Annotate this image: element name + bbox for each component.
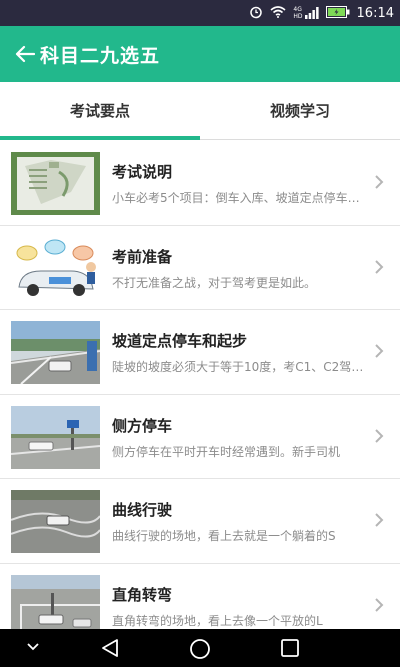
thumbnail-image xyxy=(11,152,100,215)
item-description: 侧方停车在平时开车时经常遇到。新手司机 xyxy=(112,444,341,459)
list-item[interactable]: 坡道定点停车和起步 陡坡的坡度必须大于等于10度，考C1、C2驾照的学员 xyxy=(0,310,400,395)
chevron-right-icon xyxy=(375,597,384,612)
item-title: 考前准备 xyxy=(112,247,173,266)
wifi-icon xyxy=(270,5,286,21)
chevron-right-icon xyxy=(375,428,384,443)
chevron-right-icon xyxy=(375,175,384,189)
item-title: 侧方停车 xyxy=(112,416,173,435)
tab-video-learning-label: 视频学习 xyxy=(269,102,330,120)
home-circle-icon[interactable] xyxy=(189,638,211,660)
thumbnail-image xyxy=(11,236,100,300)
cell-signal-icon: 4G HD xyxy=(293,6,319,20)
list-item[interactable]: 侧方停车 侧方停车在平时开车时经常遇到。新手司机 xyxy=(0,395,400,479)
item-title: 曲线行驶 xyxy=(112,501,173,519)
item-title: 考试说明 xyxy=(112,163,173,181)
alarm-icon xyxy=(249,5,263,22)
thumbnail-image xyxy=(11,490,100,553)
item-description: 陡坡的坡度必须大于等于10度，考C1、C2驾照的学员 xyxy=(112,360,366,374)
list-item[interactable]: 考前准备 不打无准备之战，对于驾考更是如此。 xyxy=(0,226,400,310)
tab-exam-points[interactable]: 考试要点 xyxy=(0,82,200,140)
chevron-right-icon xyxy=(375,259,384,274)
tab-bar: 考试要点 视频学习 xyxy=(0,82,400,140)
status-time: 16:14 xyxy=(356,5,394,21)
page-title: 科目二九选五 xyxy=(40,44,161,67)
recents-square-icon[interactable] xyxy=(280,638,300,658)
thumbnail-image xyxy=(11,321,100,384)
signal-label-4g: 4G xyxy=(293,6,302,13)
app-bar: 科目二九选五 xyxy=(0,26,400,82)
topic-list: 考试说明 小车必考5个项目：倒车入库、坡道定点停车和起步、侧方停车、曲线行驶、直… xyxy=(0,141,400,648)
tab-selected-indicator xyxy=(0,136,200,140)
signal-label-hd: HD xyxy=(293,13,303,20)
item-description: 直角转弯的场地，看上去像一个平放的L xyxy=(112,613,323,628)
item-description: 曲线行驶的场地，看上去就是一个躺着的S xyxy=(112,529,336,543)
item-description: 不打无准备之战，对于驾考更是如此。 xyxy=(112,275,317,290)
item-title: 坡道定点停车和起步 xyxy=(112,332,248,350)
list-item[interactable]: 考试说明 小车必考5个项目：倒车入库、坡道定点停车和起步、侧方停车、曲线行驶、直… xyxy=(0,141,400,226)
system-nav-bar xyxy=(0,629,400,667)
thumbnail-image xyxy=(11,405,100,469)
list-item[interactable]: 曲线行驶 曲线行驶的场地，看上去就是一个躺着的S xyxy=(0,479,400,564)
chevron-down-icon[interactable] xyxy=(26,642,40,652)
battery-icon xyxy=(325,5,350,21)
tab-exam-points-label: 考试要点 xyxy=(69,102,130,120)
back-triangle-icon[interactable] xyxy=(100,638,120,658)
chevron-right-icon xyxy=(375,344,384,358)
chevron-right-icon xyxy=(375,513,384,527)
status-bar: 4G HD 16:14 xyxy=(0,0,400,26)
back-arrow-icon[interactable] xyxy=(12,41,38,67)
tab-video-learning[interactable]: 视频学习 xyxy=(200,82,400,139)
item-title: 直角转弯 xyxy=(112,585,173,604)
item-description: 小车必考5个项目：倒车入库、坡道定点停车和起步、侧方停车、曲线行驶、直角转弯 xyxy=(112,191,366,205)
